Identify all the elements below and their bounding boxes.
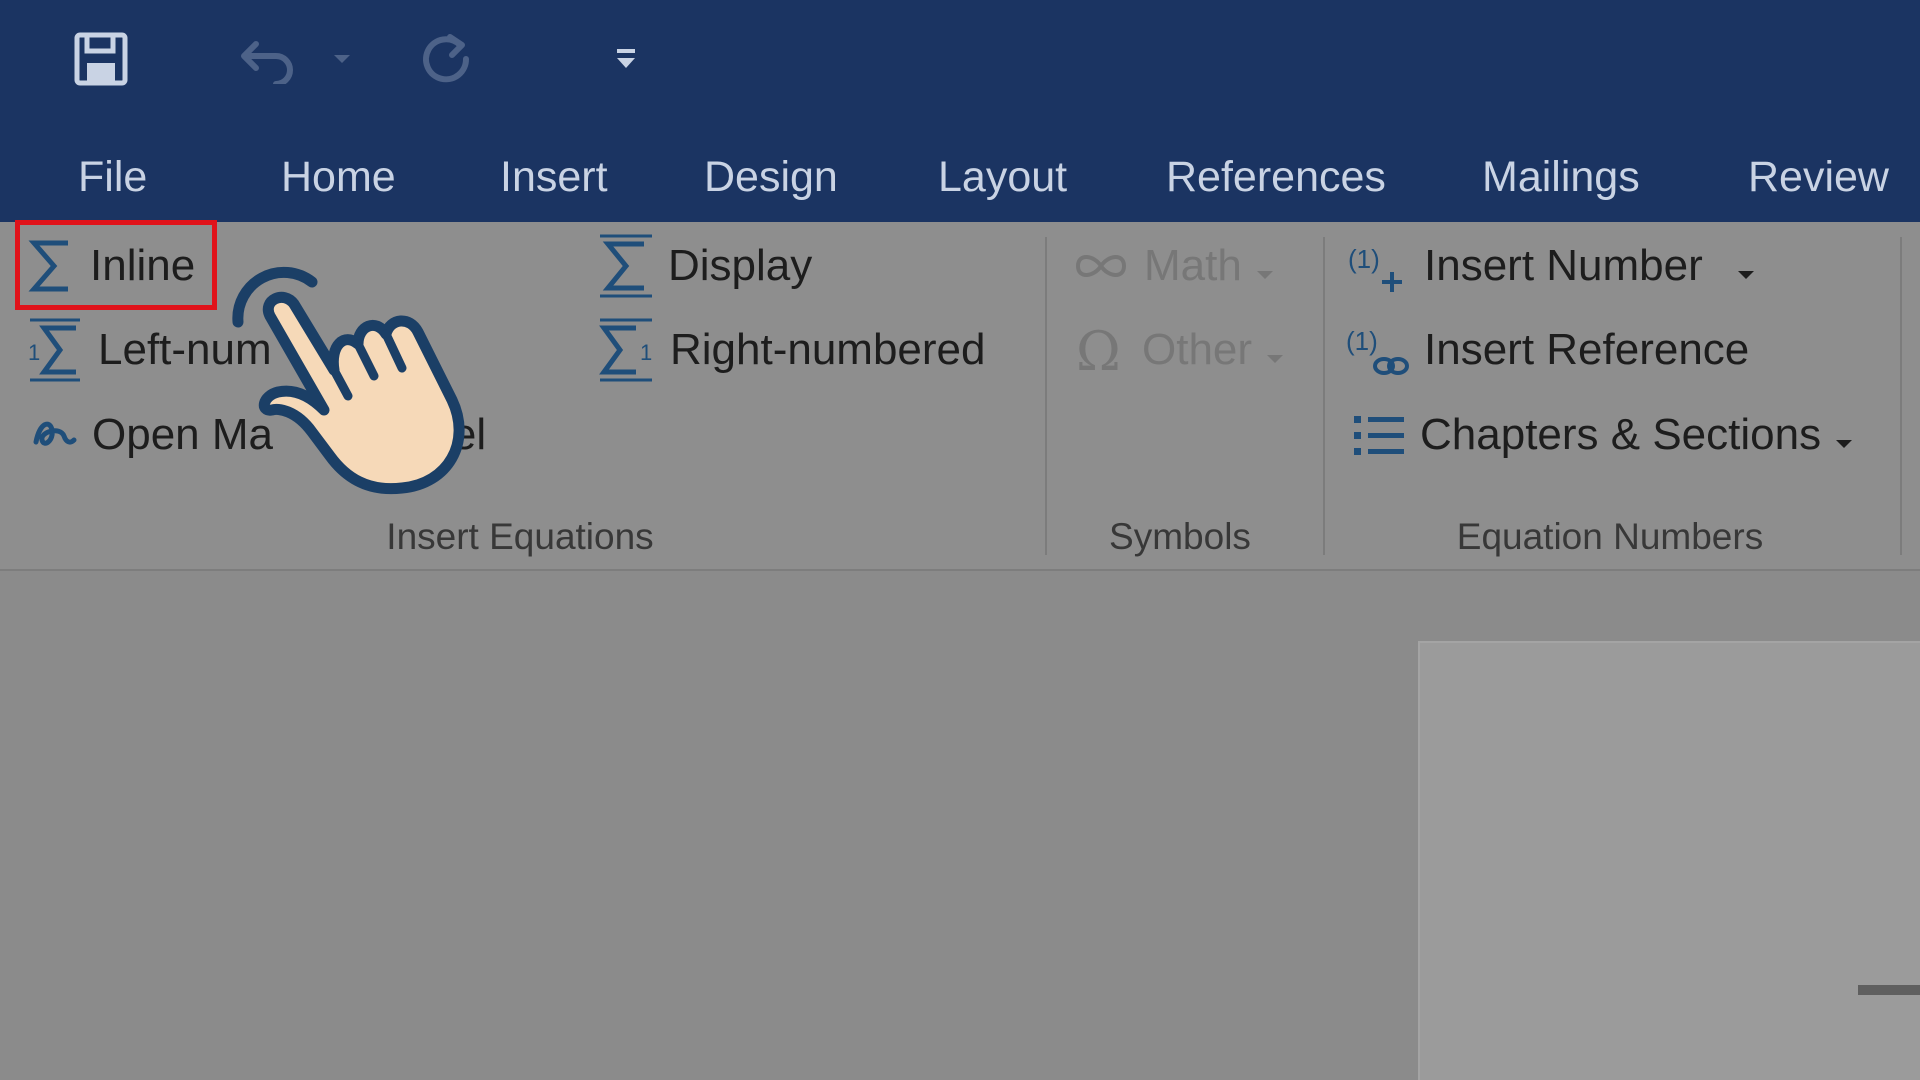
math-input-icon <box>30 412 78 458</box>
list-icon <box>1352 412 1406 458</box>
tab-references[interactable]: References <box>1166 148 1386 206</box>
group-separator <box>1323 237 1325 555</box>
chevron-down-icon <box>1256 241 1274 291</box>
insert-number-button[interactable]: (1) Insert Number <box>1348 233 1755 299</box>
insert-reference-button[interactable]: (1) Insert Reference <box>1346 317 1749 383</box>
chevron-down-icon <box>1266 325 1284 375</box>
math-dropdown-button[interactable]: Math <box>1072 233 1274 299</box>
text-cursor-line <box>1858 985 1920 995</box>
right-numbered-button[interactable]: 1 Right-numbered <box>598 317 986 383</box>
group-separator <box>1045 237 1047 555</box>
tab-file[interactable]: File <box>78 148 147 206</box>
insert-reference-icon: (1) <box>1346 320 1410 380</box>
insert-number-icon: (1) <box>1348 238 1410 294</box>
word-window: File Home Insert Design Layout Reference… <box>0 0 1920 1080</box>
ribbon-tabs: File Home Insert Design Layout Reference… <box>0 130 1920 222</box>
tab-home[interactable]: Home <box>281 148 396 206</box>
group-label-equation-numbers: Equation Numbers <box>1456 516 1764 557</box>
chevron-down-icon <box>1835 410 1853 460</box>
save-icon[interactable] <box>66 24 136 94</box>
svg-text:1: 1 <box>28 340 40 365</box>
document-page[interactable] <box>1418 641 1920 1080</box>
svg-text:(1): (1) <box>1346 326 1378 356</box>
omega-icon: Ω <box>1072 322 1128 378</box>
tab-layout[interactable]: Layout <box>938 148 1067 206</box>
group-label-insert-equations: Insert Equations <box>386 516 654 557</box>
redo-icon[interactable] <box>412 24 484 94</box>
tab-insert[interactable]: Insert <box>500 148 608 206</box>
tab-mailings[interactable]: Mailings <box>1482 148 1640 206</box>
sigma-left-numbered-icon: 1 <box>26 318 84 382</box>
title-bar <box>0 0 1920 130</box>
insert-number-label: Insert Number <box>1424 241 1703 290</box>
chapters-sections-button[interactable]: Chapters & Sections <box>1352 402 1853 468</box>
svg-text:Ω: Ω <box>1076 322 1121 378</box>
math-label: Math <box>1144 241 1242 290</box>
insert-reference-label: Insert Reference <box>1424 325 1750 374</box>
svg-text:(1): (1) <box>1348 244 1380 274</box>
chevron-down-icon <box>1737 241 1755 291</box>
undo-icon[interactable] <box>232 24 304 94</box>
display-label: Display <box>668 241 813 290</box>
svg-text:1: 1 <box>640 340 652 365</box>
other-dropdown-button[interactable]: Ω Other <box>1072 317 1284 383</box>
group-label-symbols: Symbols <box>1109 516 1251 557</box>
infinity-icon <box>1072 249 1130 283</box>
group-separator <box>1900 237 1902 555</box>
document-area <box>0 571 1920 1080</box>
other-label: Other <box>1142 325 1253 374</box>
sigma-right-numbered-icon: 1 <box>598 318 656 382</box>
right-numbered-label: Right-numbered <box>670 325 986 374</box>
tab-design[interactable]: Design <box>704 148 838 206</box>
undo-dropdown-icon[interactable] <box>322 24 362 94</box>
hand-pointer-icon <box>226 260 496 500</box>
chapters-sections-label: Chapters & Sections <box>1420 410 1822 459</box>
tab-review[interactable]: Review <box>1748 148 1889 206</box>
customize-qat-icon[interactable] <box>604 24 648 94</box>
display-button[interactable]: Display <box>598 233 812 299</box>
inline-highlight-box <box>15 220 217 310</box>
sigma-display-icon <box>598 234 654 298</box>
